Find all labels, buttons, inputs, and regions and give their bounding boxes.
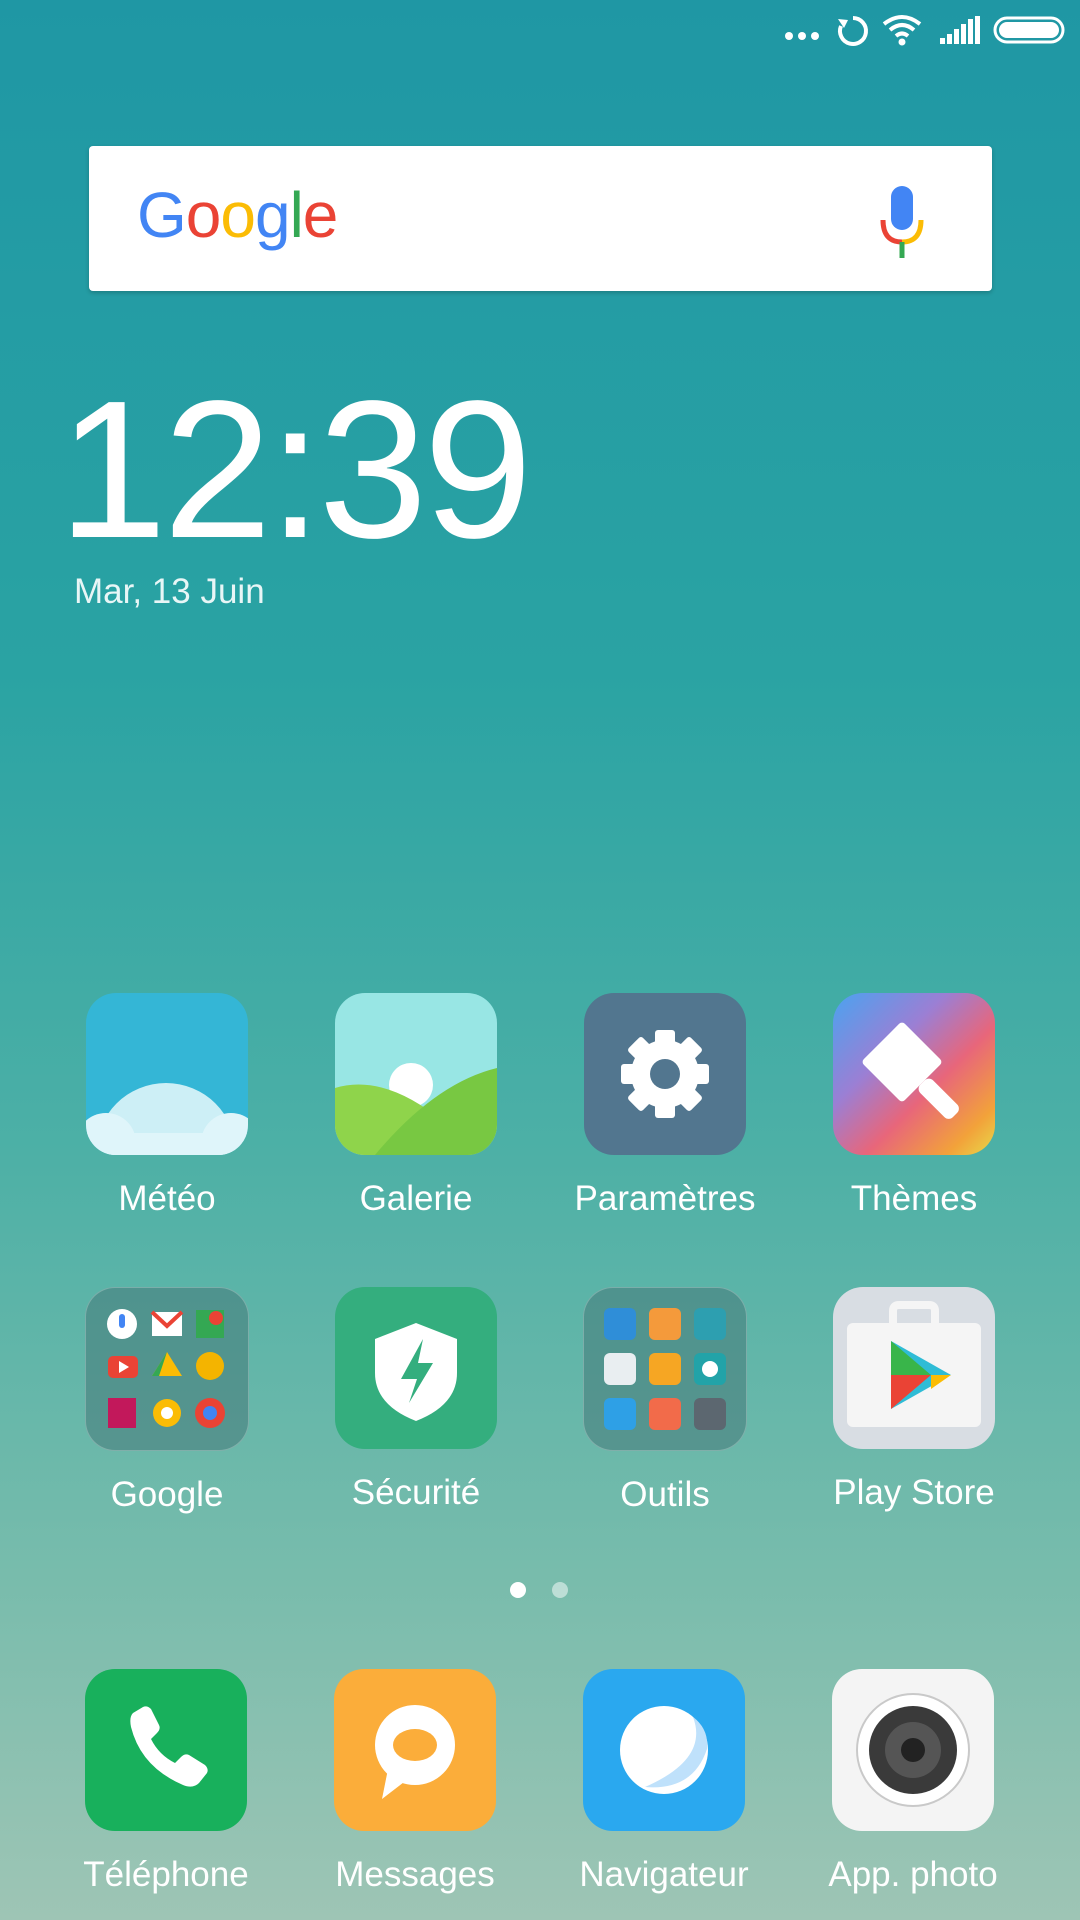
google-logo-letter: e: [302, 179, 339, 251]
app-play-store[interactable]: Play Store: [804, 1287, 1024, 1513]
phone-icon: [85, 1669, 247, 1831]
signal-icon: [940, 16, 980, 44]
page-indicator: [0, 1582, 1080, 1602]
microphone-icon[interactable]: [879, 186, 925, 258]
clock-time[interactable]: 12:39: [58, 372, 532, 568]
play-store-icon: [833, 1287, 995, 1449]
app-outils-folder[interactable]: Outils: [555, 1287, 775, 1515]
weather-icon: [86, 993, 248, 1155]
app-label: Messages: [335, 1855, 495, 1894]
more-dots-icon: [785, 32, 819, 40]
google-search-bar[interactable]: Google: [89, 146, 992, 291]
app-label: Météo: [118, 1179, 216, 1218]
dock-app-photo[interactable]: App. photo: [803, 1669, 1023, 1895]
app-galerie[interactable]: Galerie: [306, 993, 526, 1219]
app-label: Galerie: [359, 1179, 473, 1218]
sync-icon: [838, 16, 868, 46]
google-logo: Google: [137, 178, 339, 252]
google-logo-letter: l: [289, 179, 304, 251]
page-dot[interactable]: [552, 1582, 568, 1598]
browser-planet-icon: [583, 1669, 745, 1831]
app-parametres[interactable]: Paramètres: [555, 993, 775, 1219]
app-google-folder[interactable]: Google: [57, 1287, 277, 1515]
battery-icon: [993, 16, 1065, 44]
google-logo-letter: o: [185, 179, 222, 251]
gallery-icon: [335, 993, 497, 1155]
page-dot-active[interactable]: [510, 1582, 526, 1598]
google-logo-letter: g: [254, 179, 291, 251]
messages-bubble-icon: [334, 1669, 496, 1831]
app-label: Google: [110, 1475, 224, 1514]
app-label: Play Store: [833, 1473, 995, 1512]
dock-telephone[interactable]: Téléphone: [56, 1669, 276, 1895]
wifi-icon: [882, 15, 922, 46]
clock-date[interactable]: Mar, 13 Juin: [74, 572, 265, 612]
app-label: Sécurité: [351, 1473, 481, 1512]
app-label: Thèmes: [850, 1179, 978, 1218]
dock-navigateur[interactable]: Navigateur: [554, 1669, 774, 1895]
app-label: Paramètres: [574, 1179, 756, 1218]
app-label: Téléphone: [83, 1855, 249, 1894]
app-label: App. photo: [828, 1855, 998, 1894]
themes-brush-icon: [833, 993, 995, 1155]
security-shield-icon: [335, 1287, 497, 1449]
camera-icon: [832, 1669, 994, 1831]
google-folder-icon: [85, 1287, 249, 1451]
app-securite[interactable]: Sécurité: [306, 1287, 526, 1513]
app-label: Outils: [620, 1475, 710, 1514]
google-logo-letter: G: [137, 179, 187, 251]
app-themes[interactable]: Thèmes: [804, 993, 1024, 1219]
tools-folder-icon: [583, 1287, 747, 1451]
app-meteo[interactable]: Météo: [57, 993, 277, 1219]
settings-gear-icon: [584, 993, 746, 1155]
dock-messages[interactable]: Messages: [305, 1669, 525, 1895]
app-label: Navigateur: [579, 1855, 749, 1894]
status-bar: [0, 0, 1080, 62]
google-logo-letter: o: [220, 179, 256, 251]
